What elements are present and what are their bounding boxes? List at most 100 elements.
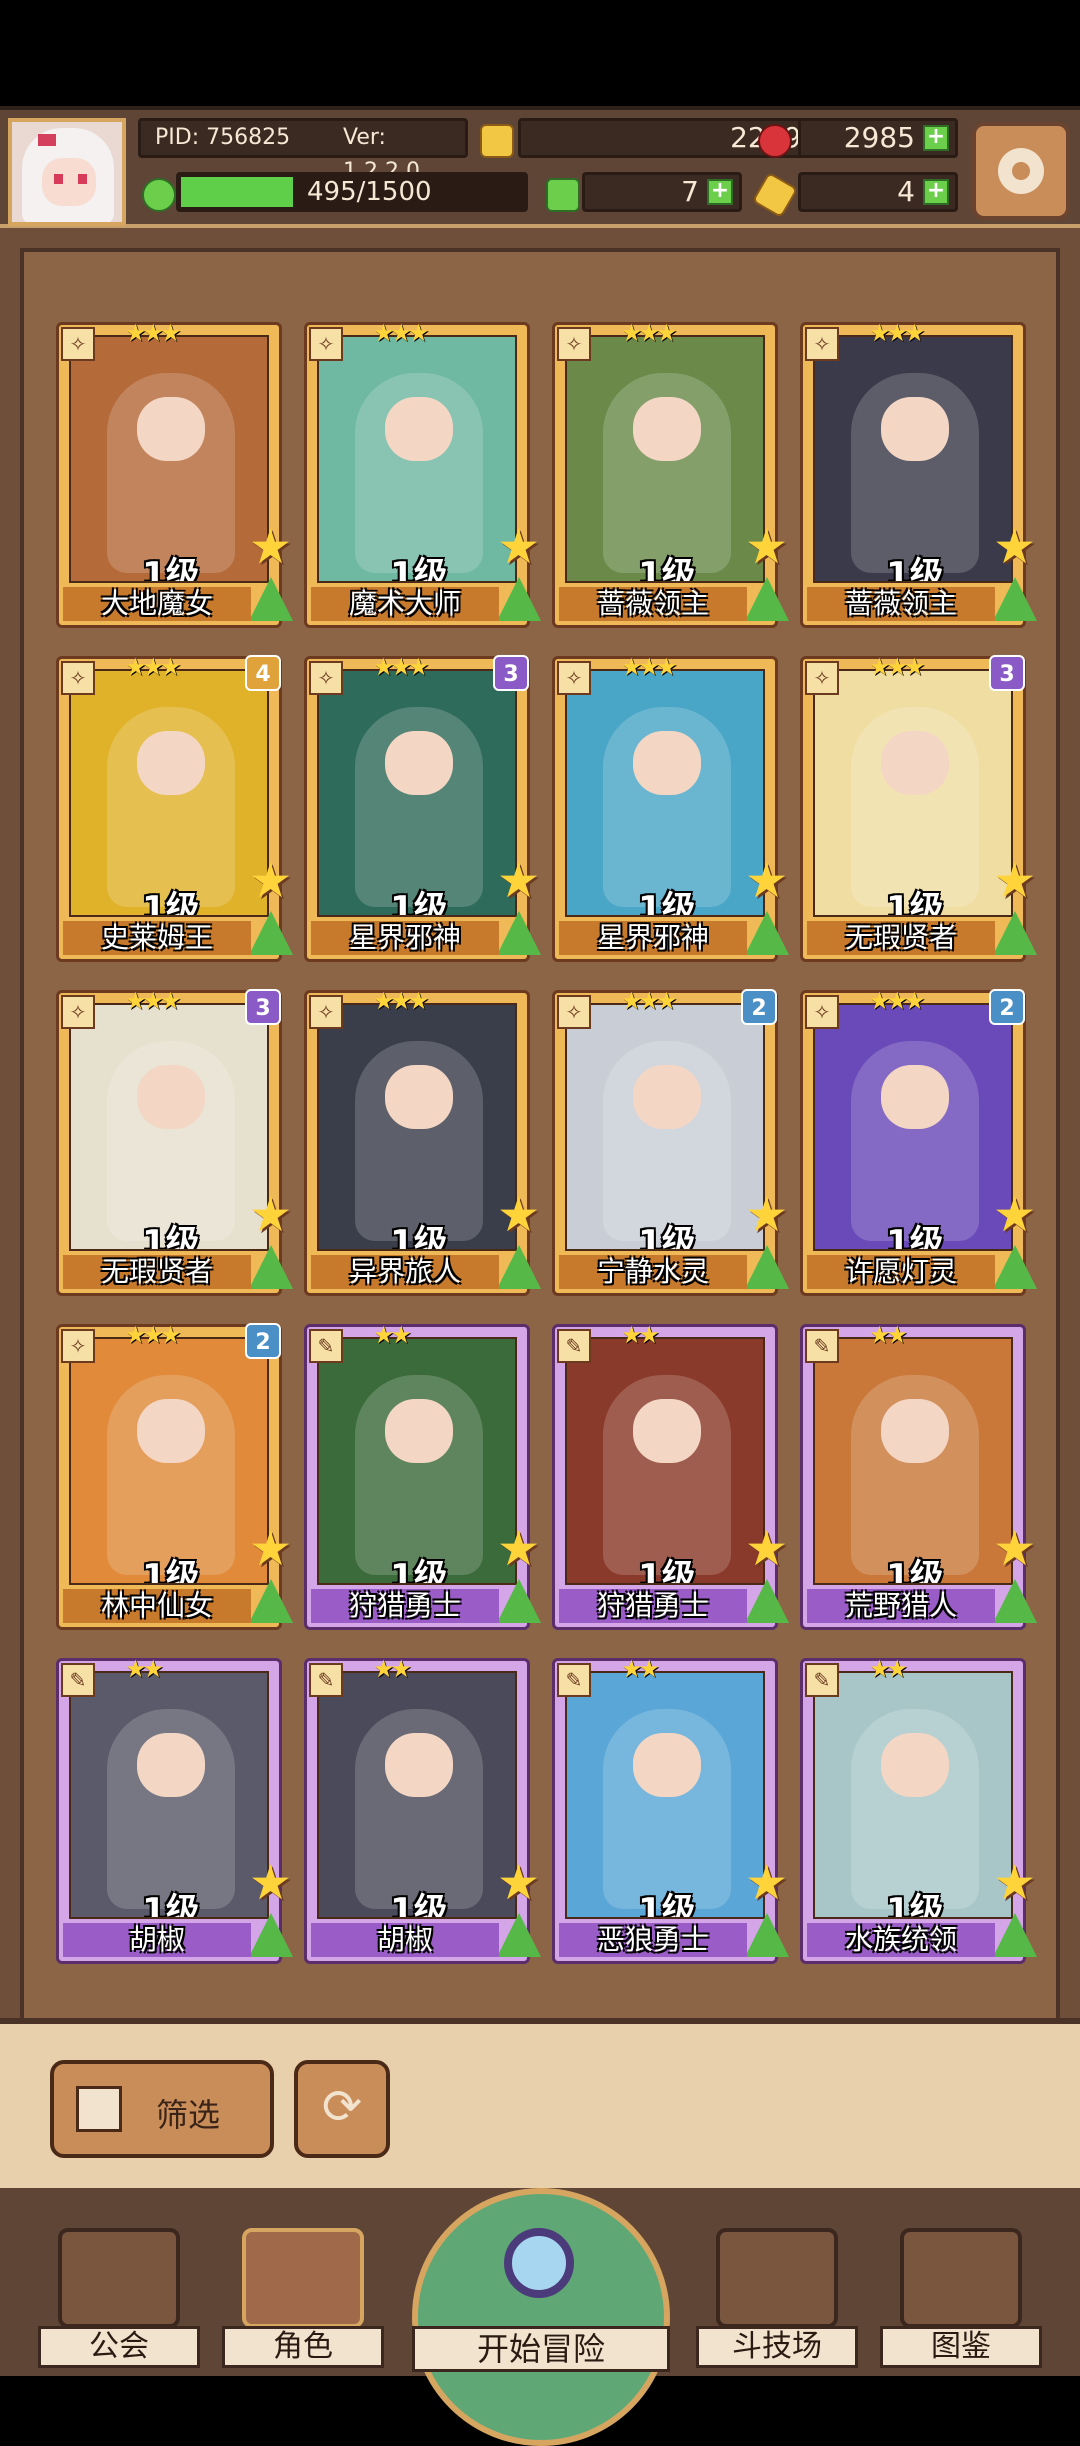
character-card[interactable]: 1级 ✧ ★★★ 3 ★ 无瑕贤者 [56, 987, 293, 1296]
star-upgrade-icon: ★ [993, 519, 1037, 575]
card-level: 1级 [886, 1891, 944, 1919]
nav-character-label: 角色 [222, 2326, 384, 2368]
star-upgrade-icon: ★ [249, 1855, 293, 1911]
card-name: 星界邪神 [559, 921, 747, 955]
rarity-stars-icon: ★★★ [125, 1321, 182, 1349]
star-upgrade-icon: ★ [745, 519, 789, 575]
player-avatar[interactable] [8, 118, 126, 226]
exp-bar: 495/1500 [176, 172, 528, 212]
character-card[interactable]: 1级 ✧ ★★★ 2 ★ 许愿灯灵 [800, 987, 1037, 1296]
card-level: 1级 [390, 1891, 448, 1919]
duplicate-count-badge: 2 [245, 1323, 281, 1359]
character-card[interactable]: 1级 ✧ ★★★ 2 ★ 宁静水灵 [552, 987, 789, 1296]
level-up-arrow-icon [745, 1579, 789, 1623]
level-up-arrow-icon [745, 577, 789, 621]
ticket-amount: 4 [897, 175, 915, 208]
magic-wand-icon: ✧ [557, 661, 591, 695]
card-name: 恶狼勇士 [559, 1923, 747, 1957]
rarity-stars-icon: ★★★ [621, 319, 678, 347]
card-name: 狩猎勇士 [559, 1589, 747, 1623]
rarity-stars-icon: ★★ [373, 1321, 412, 1349]
character-card[interactable]: 1级 ✧ ★★★ ★ 大地魔女 [56, 319, 293, 628]
star-upgrade-icon: ★ [993, 1521, 1037, 1577]
rarity-stars-icon: ★★★ [869, 653, 926, 681]
character-portrait: 1级 [317, 1337, 517, 1585]
bottom-area: 筛选 ⟳ 公会 角色 开始冒险 斗技场 图鉴 [0, 2018, 1080, 2446]
filter-panel: 筛选 ⟳ [0, 2018, 1080, 2188]
rarity-stars-icon: ★★★ [373, 653, 430, 681]
card-level: 1级 [390, 555, 448, 583]
character-card[interactable]: 1级 ✎ ★★ ★ 胡椒 [56, 1655, 293, 1964]
rarity-stars-icon: ★★ [869, 1655, 908, 1683]
character-card[interactable]: 1级 ✎ ★★ ★ 恶狼勇士 [552, 1655, 789, 1964]
character-card[interactable]: 1级 ✧ ★★★ 3 ★ 星界邪神 [304, 653, 541, 962]
feather-icon: ✎ [557, 1663, 591, 1697]
character-card[interactable]: 1级 ✧ ★★★ 2 ★ 林中仙女 [56, 1321, 293, 1630]
add-gem-icon[interactable]: + [923, 125, 949, 151]
filter-label: 筛选 [156, 2096, 221, 2134]
level-up-arrow-icon [993, 577, 1037, 621]
card-level: 1级 [638, 889, 696, 917]
character-card[interactable]: 1级 ✧ ★★★ ★ 蔷薇领主 [800, 319, 1037, 628]
ticket-panel: 4 + [798, 172, 958, 212]
card-level: 1级 [142, 555, 200, 583]
settings-button[interactable] [972, 122, 1070, 220]
character-card[interactable]: 1级 ✎ ★★ ★ 胡椒 [304, 1655, 541, 1964]
star-upgrade-icon: ★ [497, 1521, 541, 1577]
nav-guild[interactable]: 公会 [38, 2228, 200, 2368]
card-level: 1级 [142, 1891, 200, 1919]
magic-wand-icon: ✧ [61, 327, 95, 361]
character-card[interactable]: 1级 ✎ ★★ ★ 水族统领 [800, 1655, 1037, 1964]
character-portrait: 1级 [317, 335, 517, 583]
card-level: 1级 [886, 889, 944, 917]
star-upgrade-icon: ★ [497, 1187, 541, 1243]
player-info: PID: 756825 Ver: 1.2.2.0 224996 + 2985 +… [138, 118, 958, 224]
level-up-arrow-icon [497, 1245, 541, 1289]
crossed-swords-icon [716, 2228, 838, 2328]
star-upgrade-icon: ★ [745, 1521, 789, 1577]
character-card[interactable]: 1级 ✧ ★★★ ★ 异界旅人 [304, 987, 541, 1296]
character-card[interactable]: 1级 ✎ ★★ ★ 狩猎勇士 [552, 1321, 789, 1630]
star-upgrade-icon: ★ [745, 1855, 789, 1911]
nav-character[interactable]: 角色 [222, 2228, 384, 2368]
magic-wand-icon: ✧ [61, 995, 95, 1029]
character-card[interactable]: 1级 ✎ ★★ ★ 荒野猎人 [800, 1321, 1037, 1630]
card-level: 1级 [886, 1557, 944, 1585]
rarity-stars-icon: ★★ [125, 1655, 164, 1683]
rarity-stars-icon: ★★★ [125, 319, 182, 347]
nav-guild-label: 公会 [38, 2326, 200, 2368]
character-card[interactable]: 1级 ✧ ★★★ ★ 星界邪神 [552, 653, 789, 962]
nav-arena[interactable]: 斗技场 [696, 2228, 858, 2368]
card-level: 1级 [638, 1223, 696, 1251]
character-card[interactable]: 1级 ✧ ★★★ 4 ★ 史莱姆王 [56, 653, 293, 962]
rarity-stars-icon: ★★ [621, 1321, 660, 1349]
character-card[interactable]: 1级 ✧ ★★★ 3 ★ 无瑕贤者 [800, 653, 1037, 962]
add-ticket-icon[interactable]: + [923, 179, 949, 205]
refresh-button[interactable]: ⟳ [294, 2060, 390, 2158]
card-name: 无瑕贤者 [807, 921, 995, 955]
character-list-frame: 1级 ✧ ★★★ ★ 大地魔女 1级 ✧ ★★★ ★ 魔术大师 1级 ✧ ★★★ ★ 蔷薇领主 1级 ✧ ★★★ ★… [0, 228, 1080, 2028]
feather-icon: ✎ [309, 1329, 343, 1363]
nav-codex[interactable]: 图鉴 [880, 2228, 1042, 2368]
ticket-icon [751, 171, 799, 219]
character-grid[interactable]: 1级 ✧ ★★★ ★ 大地魔女 1级 ✧ ★★★ ★ 魔术大师 1级 ✧ ★★★ ★ 蔷薇领主 1级 ✧ ★★★ ★… [20, 248, 1060, 2028]
duplicate-count-badge: 3 [493, 655, 529, 691]
level-up-arrow-icon [993, 1579, 1037, 1623]
clover-panel: 7 + [582, 172, 742, 212]
filter-button[interactable]: 筛选 [50, 2060, 274, 2158]
star-upgrade-icon: ★ [993, 1187, 1037, 1243]
magic-wand-icon: ✧ [805, 995, 839, 1029]
character-card[interactable]: 1级 ✧ ★★★ ★ 魔术大师 [304, 319, 541, 628]
rarity-stars-icon: ★★★ [621, 653, 678, 681]
character-card[interactable]: 1级 ✧ ★★★ ★ 蔷薇领主 [552, 319, 789, 628]
add-clover-icon[interactable]: + [707, 179, 733, 205]
feather-icon: ✎ [309, 1663, 343, 1697]
card-name: 魔术大师 [311, 587, 499, 621]
exp-icon [142, 178, 176, 212]
star-upgrade-icon: ★ [249, 1187, 293, 1243]
card-level: 1级 [886, 555, 944, 583]
card-name: 大地魔女 [63, 587, 251, 621]
bottom-nav: 公会 角色 开始冒险 斗技场 图鉴 [0, 2188, 1080, 2446]
character-card[interactable]: 1级 ✎ ★★ ★ 狩猎勇士 [304, 1321, 541, 1630]
start-adventure-button[interactable]: 开始冒险 [412, 2188, 670, 2446]
